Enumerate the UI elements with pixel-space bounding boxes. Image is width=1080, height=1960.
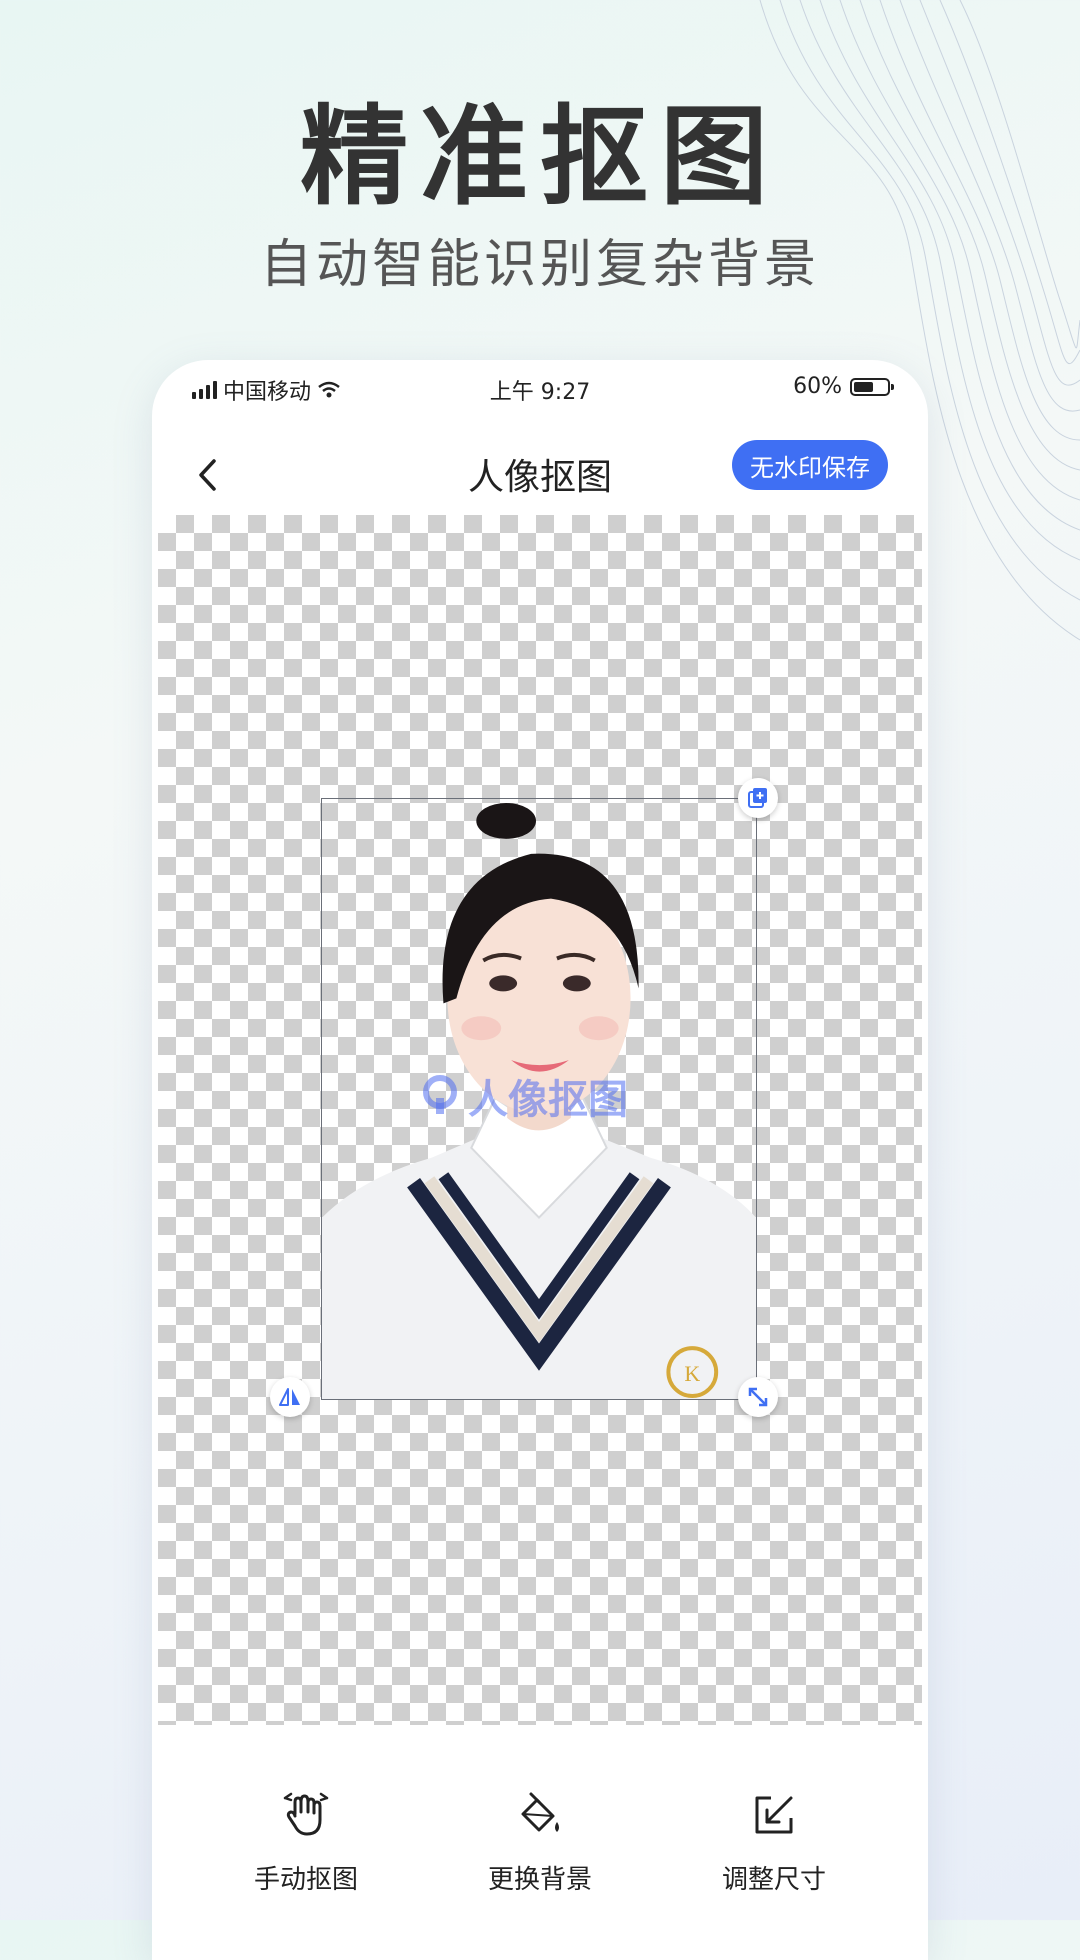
promo-subheadline: 自动智能识别复杂背景 xyxy=(259,235,820,295)
watermark-text: 人像抠图 xyxy=(468,1077,628,1123)
copy-add-icon xyxy=(748,788,767,808)
portrait-selection-frame[interactable]: K 人像抠图 xyxy=(321,798,757,1400)
promo-headline: 精准抠图 xyxy=(299,95,780,220)
status-bar: 中国移动 上午 9:27 60% xyxy=(152,360,928,420)
watermark: 人像抠图 xyxy=(418,1067,628,1125)
copy-layer-handle[interactable] xyxy=(738,778,778,818)
paint-bucket-icon xyxy=(510,1785,570,1845)
tool-manual-cutout[interactable]: 手动抠图 xyxy=(206,1785,406,1896)
battery-percent: 60% xyxy=(793,374,842,399)
flip-handle[interactable] xyxy=(270,1377,310,1417)
flip-horizontal-icon xyxy=(279,1388,300,1406)
hand-gesture-icon xyxy=(276,1785,336,1845)
svg-text:K: K xyxy=(684,1361,700,1386)
nav-bar: 人像抠图 无水印保存 xyxy=(152,440,928,510)
resize-arrow-icon xyxy=(744,1785,804,1845)
phone-mockup: 中国移动 上午 9:27 60% 人像抠图 无水印保存 K 人像抠图 手动抠图 … xyxy=(152,360,928,1960)
tool-change-background[interactable]: 更换背景 xyxy=(440,1785,640,1896)
resize-diagonal-icon xyxy=(748,1387,768,1407)
save-no-watermark-button[interactable]: 无水印保存 xyxy=(732,440,888,490)
scale-handle[interactable] xyxy=(738,1377,778,1417)
battery-level xyxy=(854,381,874,392)
status-right: 60% xyxy=(793,374,894,399)
tool-resize[interactable]: 调整尺寸 xyxy=(674,1785,874,1896)
transparent-canvas[interactable]: K 人像抠图 xyxy=(158,515,922,1725)
tool-label: 更换背景 xyxy=(487,1865,592,1895)
watermark-logo-icon xyxy=(423,1075,457,1114)
bottom-toolbar: 手动抠图 更换背景 调整尺寸 xyxy=(152,1725,928,1960)
tool-label: 手动抠图 xyxy=(253,1865,358,1895)
battery-icon xyxy=(850,377,894,396)
tool-label: 调整尺寸 xyxy=(721,1865,826,1895)
